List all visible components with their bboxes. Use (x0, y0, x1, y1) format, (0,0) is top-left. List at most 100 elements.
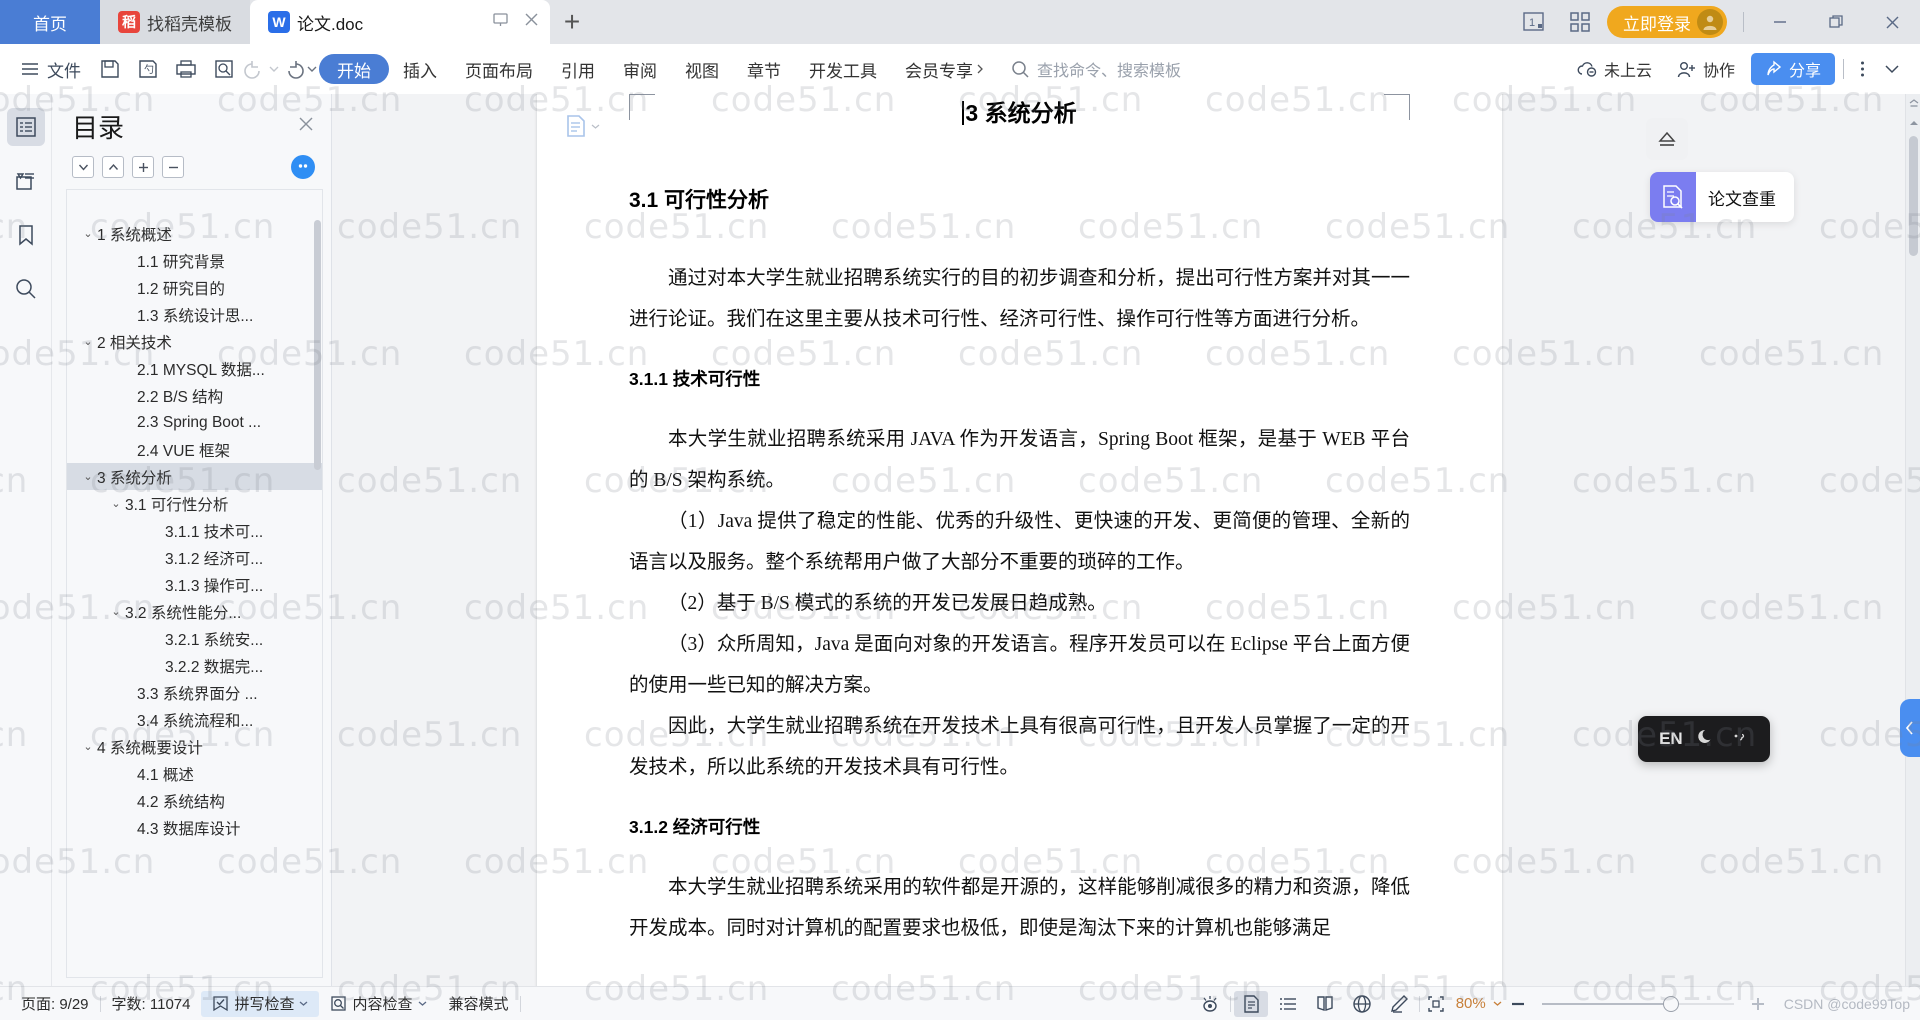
maximize-button[interactable] (1816, 7, 1856, 37)
toc-item-3-1-1[interactable]: 3.1.1 技术可... (67, 517, 322, 544)
eye-protect-icon[interactable] (1193, 991, 1227, 1017)
undo-icon[interactable] (243, 52, 267, 86)
search-input[interactable]: 查找命令、搜索模板 (1011, 57, 1181, 81)
toc-item-1[interactable]: ⌄ 1 系统概述 (67, 220, 322, 247)
reading-view-icon[interactable] (1308, 991, 1342, 1017)
zoom-in-button[interactable] (1745, 991, 1771, 1017)
toc-item-2[interactable]: ⌄ 2 相关技术 (67, 328, 322, 355)
print-icon[interactable] (167, 52, 205, 86)
cloud-status-button[interactable]: 未上云 (1569, 53, 1660, 85)
zoom-slider-handle[interactable] (1662, 995, 1679, 1012)
web-view-icon[interactable] (1345, 991, 1379, 1017)
redo-dropdown-icon[interactable] (305, 52, 319, 86)
page-layout-icon[interactable] (565, 114, 600, 138)
compatibility-mode[interactable]: 兼容模式 (438, 991, 520, 1017)
toc-item-2-2[interactable]: 2.2 B/S 结构 (67, 382, 322, 409)
collaborate-button[interactable]: 协作 (1668, 53, 1743, 85)
toc-item-3-1[interactable]: ⌄ 3.1 可行性分析 (67, 490, 322, 517)
chapter-nav-icon[interactable] (7, 162, 45, 200)
file-menu-button[interactable]: 文件 (10, 52, 91, 86)
tab-section[interactable]: 章节 (733, 54, 795, 84)
toc-item-3-3[interactable]: 3.3 系统界面分 ... (67, 679, 322, 706)
document-page[interactable]: 3 系统分析 3.1 可行性分析 通过对本大学生就业招聘系统实行的目的初步调查和… (537, 94, 1502, 986)
toc-item-3-1-3[interactable]: 3.1.3 操作可... (67, 571, 322, 598)
tab-find-template[interactable]: 稻 找稻壳模板 (100, 0, 250, 44)
toc-item-3-2[interactable]: ⌄ 3.2 系统性能分... (67, 598, 322, 625)
scroll-top-icon[interactable] (1906, 94, 1920, 112)
punctuation-icon[interactable] (1730, 727, 1749, 751)
smart-assist-icon[interactable] (291, 155, 315, 179)
collapse-up-icon[interactable] (102, 156, 124, 178)
chevron-down-icon[interactable]: ⌄ (79, 740, 97, 753)
tab-document[interactable]: W 论文.doc (250, 0, 550, 44)
tab-insert[interactable]: 插入 (389, 54, 451, 84)
toc-item-4[interactable]: ⌄ 4 系统概要设计 (67, 733, 322, 760)
tab-page-layout[interactable]: 页面布局 (451, 54, 547, 84)
chevron-down-icon[interactable]: ⌄ (79, 227, 97, 240)
chevron-down-icon[interactable]: ⌄ (107, 605, 125, 618)
tab-start[interactable]: 开始 (319, 54, 389, 84)
chevron-down-icon[interactable] (1880, 52, 1904, 86)
toc-item-1-1[interactable]: 1.1 研究背景 (67, 247, 322, 274)
toc-scrollbar-thumb[interactable] (314, 220, 321, 470)
tab-review[interactable]: 审阅 (609, 54, 671, 84)
zoom-out-button[interactable] (1505, 991, 1531, 1017)
moon-icon[interactable] (1697, 727, 1716, 751)
scrollbar-thumb[interactable] (1909, 136, 1918, 256)
zoom-slider[interactable] (1541, 995, 1679, 1012)
close-window-button[interactable] (1872, 7, 1912, 37)
zoom-slider-remainder[interactable] (1678, 1002, 1734, 1005)
more-vertical-icon[interactable] (1852, 52, 1872, 86)
print-preview-icon[interactable] (205, 52, 243, 86)
apps-grid-icon[interactable] (1569, 11, 1591, 33)
expand-down-icon[interactable] (72, 156, 94, 178)
tab-references[interactable]: 引用 (547, 54, 609, 84)
plagiarism-check-card[interactable]: 论文查重 (1650, 172, 1794, 222)
expand-all-icon[interactable] (132, 156, 154, 178)
redo-icon[interactable] (281, 52, 305, 86)
zoom-level-label[interactable]: 80% (1452, 995, 1490, 1012)
page-count-icon[interactable]: 1 (1523, 11, 1553, 33)
ime-status-bar[interactable]: EN (1638, 716, 1770, 762)
document-text[interactable]: 3 系统分析 3.1 可行性分析 通过对本大学生就业招聘系统实行的目的初步调查和… (629, 94, 1410, 949)
save-as-icon[interactable]: 勺 (129, 52, 167, 86)
panel-collapse-button[interactable] (1900, 699, 1920, 757)
toc-item-3-2-1[interactable]: 3.2.1 系统安... (67, 625, 322, 652)
outline-icon[interactable] (6, 108, 45, 146)
toc-close-icon[interactable] (297, 115, 315, 139)
content-check-button[interactable]: 内容检查 (319, 991, 437, 1017)
page-view-icon[interactable] (1233, 990, 1268, 1017)
toc-list[interactable]: ⌄ 1 系统概述 1.1 研究背景 1.2 研究目的 1.3 系统设计思... … (66, 189, 323, 978)
ime-language-label[interactable]: EN (1659, 729, 1683, 749)
tab-developer-tools[interactable]: 开发工具 (795, 54, 891, 84)
spellcheck-button[interactable]: 拼写检查 (201, 990, 320, 1017)
eject-icon[interactable] (1646, 118, 1688, 160)
search-icon[interactable] (7, 270, 45, 308)
chevron-down-icon[interactable] (1493, 1000, 1502, 1007)
toc-item-1-2[interactable]: 1.2 研究目的 (67, 274, 322, 301)
chevron-down-icon[interactable]: ⌄ (107, 497, 125, 510)
document-scrollbar[interactable] (1905, 94, 1920, 986)
toc-item-3-2-2[interactable]: 3.2.2 数据完... (67, 652, 322, 679)
word-count[interactable]: 字数: 11074 (101, 991, 202, 1017)
undo-dropdown-icon[interactable] (267, 52, 281, 86)
toc-item-3-4[interactable]: 3.4 系统流程和... (67, 706, 322, 733)
toc-item-1-3[interactable]: 1.3 系统设计思... (67, 301, 322, 328)
toc-item-3[interactable]: ⌄ 3 系统分析 (67, 463, 322, 490)
fit-page-icon[interactable] (1423, 991, 1449, 1017)
toc-item-3-1-2[interactable]: 3.1.2 经济可... (67, 544, 322, 571)
toc-item-4-3[interactable]: 4.3 数据库设计 (67, 814, 322, 841)
chevron-down-icon[interactable]: ⌄ (79, 470, 97, 483)
write-view-icon[interactable] (1382, 991, 1416, 1017)
share-button[interactable]: 分享 (1750, 53, 1835, 85)
toc-item-2-1[interactable]: 2.1 MYSQL 数据... (67, 355, 322, 382)
save-icon[interactable] (91, 52, 129, 86)
present-icon[interactable] (492, 11, 509, 33)
tab-view[interactable]: 视图 (671, 54, 733, 84)
toc-item-4-2[interactable]: 4.2 系统结构 (67, 787, 322, 814)
chevron-down-icon[interactable]: ⌄ (79, 335, 97, 348)
scroll-up-button[interactable] (1906, 114, 1920, 132)
minimize-button[interactable] (1760, 7, 1800, 37)
tab-vip[interactable]: 会员专享 (891, 54, 999, 84)
login-button[interactable]: 立即登录 (1607, 6, 1727, 38)
